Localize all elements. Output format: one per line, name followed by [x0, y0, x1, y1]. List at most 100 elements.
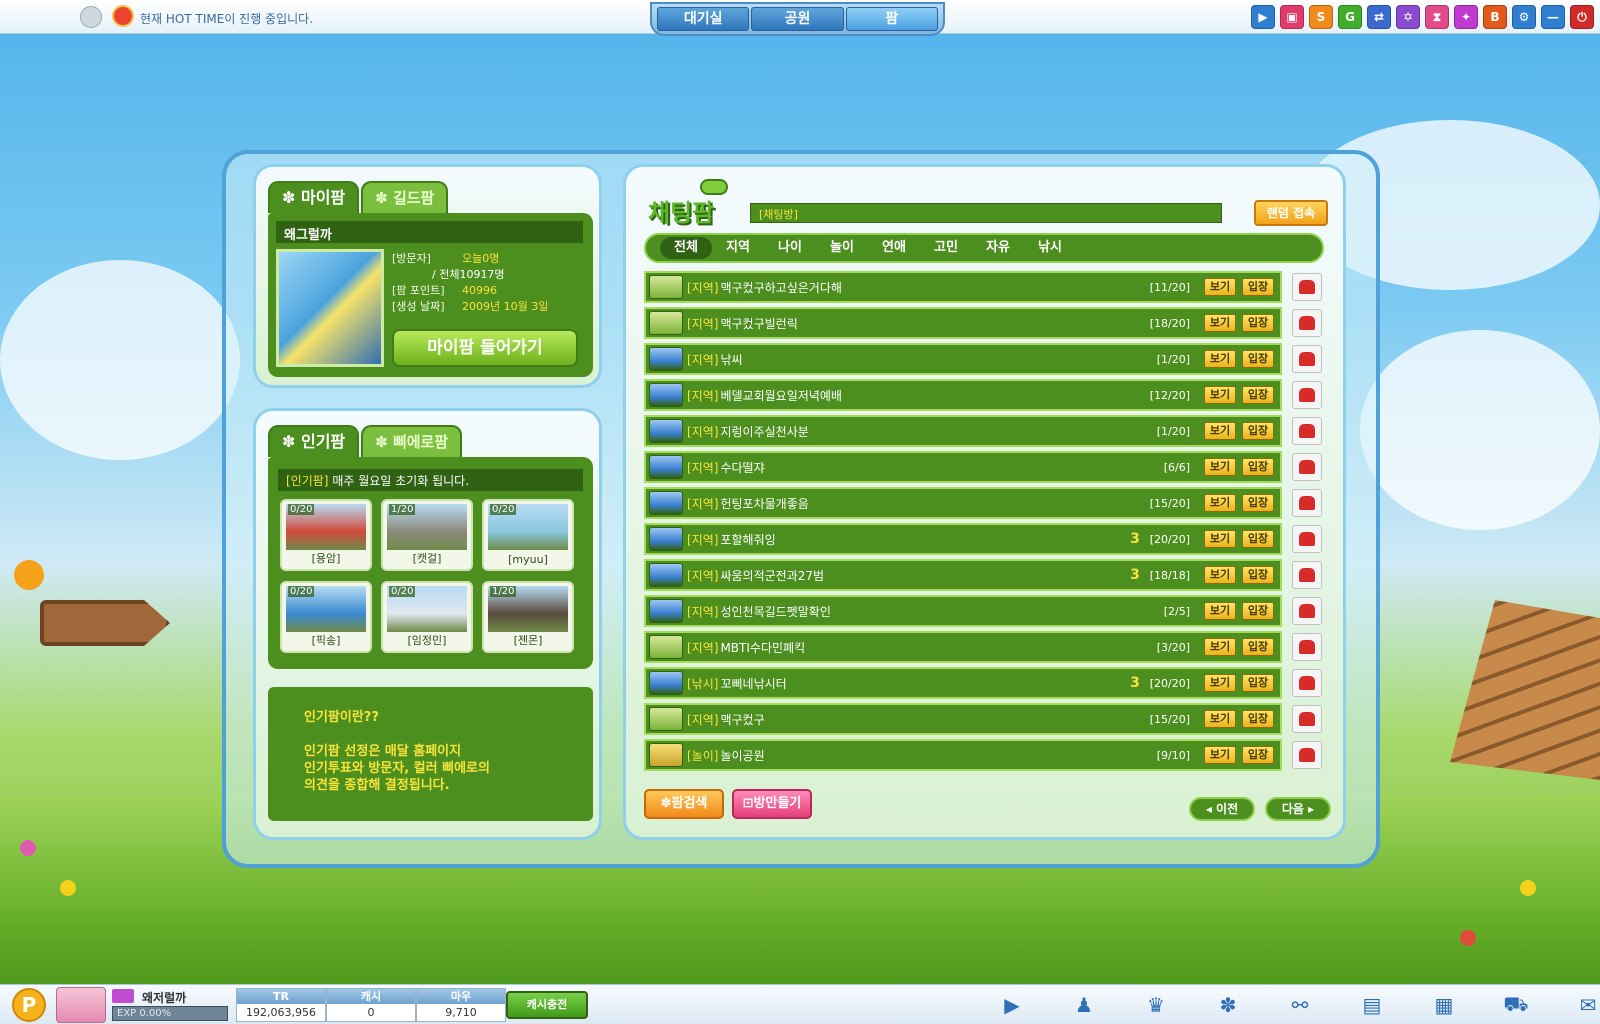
room-lock-button[interactable]: [1292, 525, 1322, 553]
join-room-button[interactable]: 입장: [1242, 350, 1274, 368]
join-room-button[interactable]: 입장: [1242, 674, 1274, 692]
sparkle-icon[interactable]: ✦: [1454, 5, 1478, 29]
chat-room-bar[interactable]: [지역] 지렁이주실천사분 [1/20] 보기 입장: [644, 415, 1282, 447]
popular-farm-card[interactable]: 0/20 [임정민]: [381, 581, 473, 653]
room-lock-button[interactable]: [1292, 705, 1322, 733]
chat-room-bar[interactable]: [지역] 성인천목길드펫말확인 [2/5] 보기 입장: [644, 595, 1282, 627]
view-room-button[interactable]: 보기: [1204, 530, 1236, 548]
avatar[interactable]: [56, 987, 106, 1023]
room-lock-button[interactable]: [1292, 309, 1322, 337]
tab-pierrot-farm[interactable]: ✽ 삐에로팜: [361, 425, 463, 457]
room-lock-button[interactable]: [1292, 561, 1322, 589]
join-room-button[interactable]: 입장: [1242, 746, 1274, 764]
book-icon[interactable]: B: [1483, 5, 1507, 29]
join-room-button[interactable]: 입장: [1242, 638, 1274, 656]
room-lock-button[interactable]: [1292, 345, 1322, 373]
join-room-button[interactable]: 입장: [1242, 314, 1274, 332]
prev-page-button[interactable]: ◂ 이전: [1189, 797, 1255, 821]
arrows-icon[interactable]: ⇄: [1367, 5, 1391, 29]
join-room-button[interactable]: 입장: [1242, 530, 1274, 548]
minimize-icon[interactable]: —: [1541, 5, 1565, 29]
tab-farm[interactable]: 팜: [845, 7, 938, 31]
popular-farm-card[interactable]: 1/20 [캣걸]: [381, 499, 473, 571]
view-room-button[interactable]: 보기: [1204, 674, 1236, 692]
chat-room-bar[interactable]: [지역] 낚씨 [1/20] 보기 입장: [644, 343, 1282, 375]
handshake-icon[interactable]: ⚯: [1264, 991, 1336, 1019]
next-page-button[interactable]: 다음 ▸: [1265, 797, 1331, 821]
join-room-button[interactable]: 입장: [1242, 422, 1274, 440]
category-tab[interactable]: 연애: [868, 237, 920, 259]
pet-paw-icon[interactable]: ✽: [1192, 991, 1264, 1019]
view-room-button[interactable]: 보기: [1204, 314, 1236, 332]
settings-icon[interactable]: ⚙: [1512, 5, 1536, 29]
view-room-button[interactable]: 보기: [1204, 746, 1236, 764]
room-lock-button[interactable]: [1292, 669, 1322, 697]
join-room-button[interactable]: 입장: [1242, 494, 1274, 512]
join-room-button[interactable]: 입장: [1242, 458, 1274, 476]
category-tab[interactable]: 고민: [920, 237, 972, 259]
join-room-button[interactable]: 입장: [1242, 386, 1274, 404]
chat-room-bar[interactable]: [낚시] 꼬삐네낚시터 3 [20/20] 보기 입장: [644, 667, 1282, 699]
farm-search-button[interactable]: ✽팜검색: [644, 789, 724, 819]
room-lock-button[interactable]: [1292, 741, 1322, 769]
popular-farm-card[interactable]: 0/20 [용암]: [280, 499, 372, 571]
view-room-button[interactable]: 보기: [1204, 566, 1236, 584]
category-tab[interactable]: 놀이: [816, 237, 868, 259]
g-icon[interactable]: G: [1338, 5, 1362, 29]
view-room-button[interactable]: 보기: [1204, 350, 1236, 368]
chat-room-bar[interactable]: [지역] 맥구컸구하고싶은거다해 [11/20] 보기 입장: [644, 271, 1282, 303]
join-room-button[interactable]: 입장: [1242, 602, 1274, 620]
category-tab[interactable]: 지역: [712, 237, 764, 259]
category-tab[interactable]: 낚시: [1024, 237, 1076, 259]
popular-farm-card[interactable]: 0/20 [myuu]: [482, 499, 574, 571]
category-tab[interactable]: 나이: [764, 237, 816, 259]
chat-icon[interactable]: ✉: [1552, 991, 1600, 1019]
tab-popular-farm[interactable]: ✽ 인기팜: [268, 425, 360, 457]
view-room-button[interactable]: 보기: [1204, 278, 1236, 296]
chat-room-search-input[interactable]: [채팅방]: [750, 203, 1222, 223]
trophy-icon[interactable]: ♛: [1120, 991, 1192, 1019]
join-room-button[interactable]: 입장: [1242, 566, 1274, 584]
popular-farm-card[interactable]: 1/20 [젠몬]: [482, 581, 574, 653]
chat-room-bar[interactable]: [지역] 맥구컸구빌런릭 [18/20] 보기 입장: [644, 307, 1282, 339]
chat-room-bar[interactable]: [지역] 헌팅포차물개좋음 [15/20] 보기 입장: [644, 487, 1282, 519]
room-lock-button[interactable]: [1292, 417, 1322, 445]
category-tab[interactable]: 자유: [972, 237, 1024, 259]
bag-icon[interactable]: ▦: [1408, 991, 1480, 1019]
join-room-button[interactable]: 입장: [1242, 710, 1274, 728]
view-room-button[interactable]: 보기: [1204, 422, 1236, 440]
game-logo-icon[interactable]: [80, 6, 102, 28]
play-icon[interactable]: ▶: [1251, 5, 1275, 29]
random-join-button[interactable]: 랜덤 접속: [1254, 200, 1328, 226]
story-icon[interactable]: S: [1309, 5, 1333, 29]
chat-room-bar[interactable]: [지역] MBTI수다민폐킥 [3/20] 보기 입장: [644, 631, 1282, 663]
gift-box-icon[interactable]: ▤: [1336, 991, 1408, 1019]
chat-room-bar[interactable]: [놀이] 놀이공원 [9/10] 보기 입장: [644, 739, 1282, 771]
view-room-button[interactable]: 보기: [1204, 494, 1236, 512]
view-room-button[interactable]: 보기: [1204, 710, 1236, 728]
view-room-button[interactable]: 보기: [1204, 386, 1236, 404]
bus-icon[interactable]: ▣: [1280, 5, 1304, 29]
chat-room-bar[interactable]: [지역] 싸움의적군전과27범 3 [18/18] 보기 입장: [644, 559, 1282, 591]
point-icon[interactable]: P: [12, 988, 46, 1022]
chat-room-bar[interactable]: [지역] 맥구컸구 [15/20] 보기 입장: [644, 703, 1282, 735]
tab-lobby[interactable]: 대기실: [657, 7, 750, 31]
room-lock-button[interactable]: [1292, 597, 1322, 625]
room-lock-button[interactable]: [1292, 633, 1322, 661]
tab-my-farm[interactable]: ✽ 마이팜: [268, 181, 360, 213]
hourglass-icon[interactable]: ⧗: [1425, 5, 1449, 29]
room-lock-button[interactable]: [1292, 489, 1322, 517]
chat-room-bar[interactable]: [지역] 수다떨쟈 [6/6] 보기 입장: [644, 451, 1282, 483]
play-icon[interactable]: ▶: [976, 991, 1048, 1019]
enter-my-farm-button[interactable]: 마이팜 들어가기: [392, 329, 578, 367]
cash-charge-button[interactable]: 캐시충전: [506, 991, 588, 1019]
join-room-button[interactable]: 입장: [1242, 278, 1274, 296]
friends-icon[interactable]: ♟: [1048, 991, 1120, 1019]
cart-icon[interactable]: ⛟: [1480, 991, 1552, 1019]
view-room-button[interactable]: 보기: [1204, 602, 1236, 620]
room-lock-button[interactable]: [1292, 273, 1322, 301]
star-gear-icon[interactable]: ✡: [1396, 5, 1420, 29]
room-lock-button[interactable]: [1292, 453, 1322, 481]
view-room-button[interactable]: 보기: [1204, 638, 1236, 656]
power-icon[interactable]: ⏻: [1570, 5, 1594, 29]
